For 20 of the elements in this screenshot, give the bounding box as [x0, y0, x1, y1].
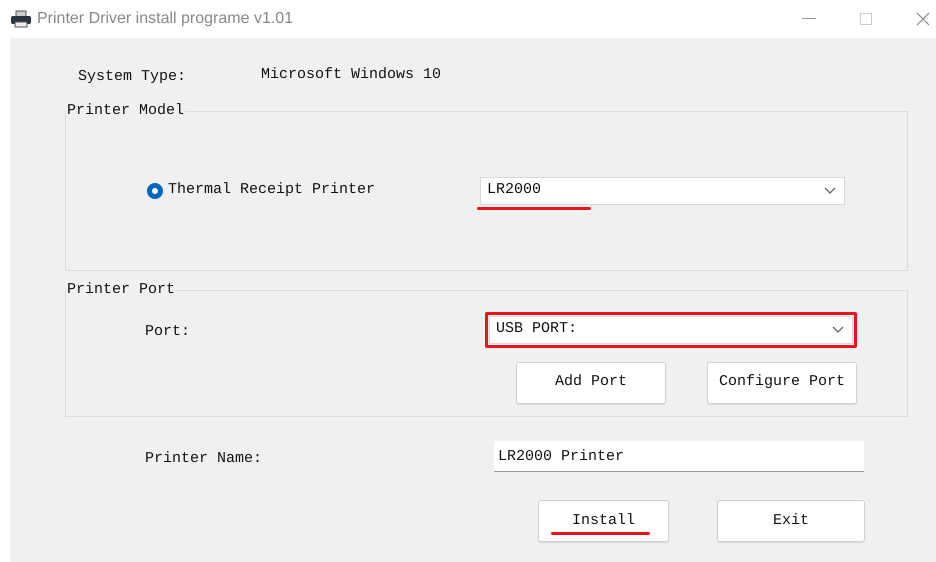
dropdown[interactable]: USB PORT: — [489, 316, 853, 344]
dialog-button[interactable]: Exit — [717, 500, 865, 542]
radio-option[interactable]: Thermal Receipt Printer — [147, 179, 480, 202]
printer-name-label: Printer Name: — [145, 449, 264, 470]
window-title: Printer Driver install programe v1.01 — [37, 9, 294, 29]
system-type-value: Microsoft Windows 10 — [261, 64, 442, 85]
dialog-button[interactable]: Install — [538, 500, 669, 542]
dialog-button[interactable]: Configure Port — [707, 362, 857, 404]
dialog-button[interactable]: Add Port — [516, 362, 666, 404]
chevron-down-icon — [832, 326, 844, 334]
group-title: Printer Model — [66, 101, 186, 121]
printer-icon — [10, 10, 32, 28]
close-icon[interactable] — [916, 12, 930, 26]
system-type-label: System Type: — [78, 66, 188, 87]
chevron-down-icon — [824, 186, 836, 194]
radio-button[interactable] — [147, 182, 163, 198]
printer-name-field[interactable]: LR2000 Printer — [494, 441, 864, 472]
port-label: Port: — [145, 322, 192, 342]
group-title: Printer Port — [66, 280, 176, 300]
minimize-icon[interactable] — [802, 18, 816, 20]
